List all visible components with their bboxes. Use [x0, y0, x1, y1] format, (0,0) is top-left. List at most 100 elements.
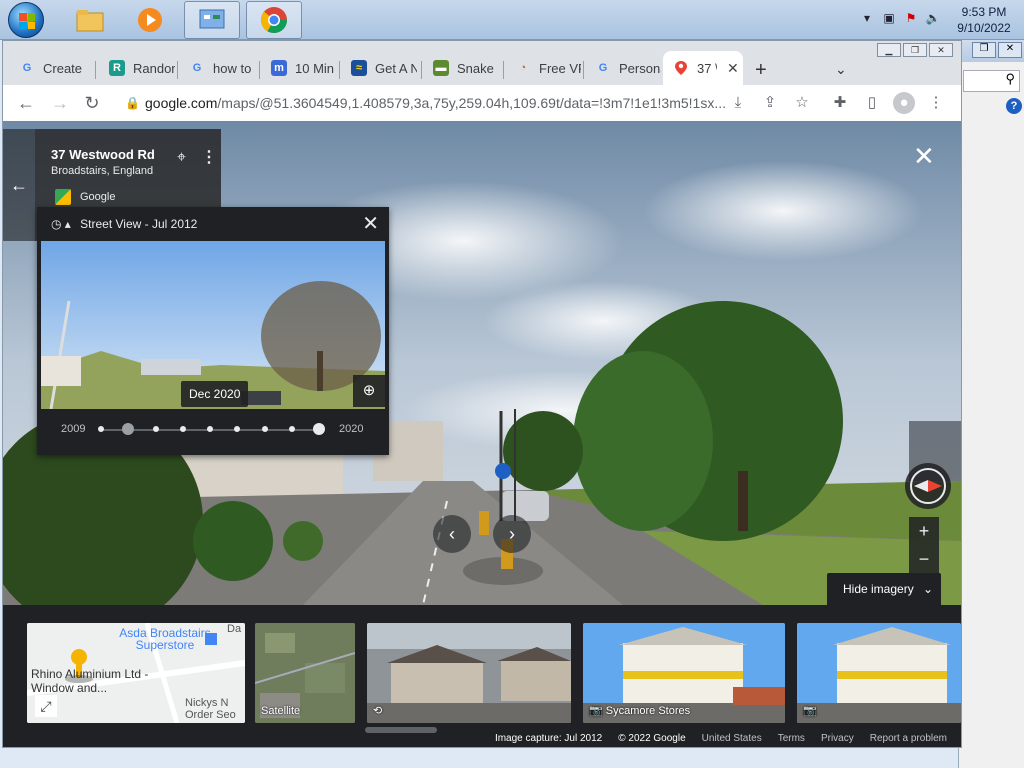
timeline-stop[interactable]: [288, 426, 295, 432]
more-options-icon[interactable]: ⋮: [201, 147, 217, 167]
bookmark-star-icon[interactable]: ☆: [791, 92, 813, 114]
back-arrow-button[interactable]: ←: [3, 129, 35, 241]
folder-icon: [76, 10, 104, 32]
volume-icon[interactable]: 🔈: [924, 11, 942, 29]
tab-close-icon[interactable]: ✕: [727, 60, 739, 77]
satellite-thumbnail[interactable]: Satellite: [255, 623, 355, 723]
historic-preview-image[interactable]: Dec 2020 ⊕: [41, 241, 385, 409]
hide-imagery-button[interactable]: Hide imagery ⌄: [827, 573, 941, 605]
windows-taskbar: ▾ ▣ ⚑ 🔈 9:53 PM 9/10/2022: [0, 0, 1024, 40]
timeline-hover-knob[interactable]: [313, 423, 325, 435]
maps-street-view[interactable]: ← 37 Westwood Rd Broadstairs, England Go…: [3, 121, 961, 747]
map-label-rhino: Rhino Aluminium Ltd - Window and...: [31, 667, 149, 695]
tab-personal[interactable]: G Persona: [585, 53, 663, 83]
close-street-view-button[interactable]: ✕: [913, 141, 935, 172]
share-icon[interactable]: ⇪: [759, 92, 781, 114]
start-button[interactable]: [8, 2, 44, 38]
camera-icon: 📷: [589, 705, 606, 717]
show-hidden-icons-icon[interactable]: ▾: [858, 11, 876, 29]
address-bar[interactable]: 🔒 google.com/maps/@51.3604549,1.408579,3…: [115, 89, 825, 117]
chevron-down-icon: ⌄: [923, 582, 934, 596]
nav-arrow-right[interactable]: ›: [493, 515, 531, 553]
vpn-icon: ◔: [519, 62, 527, 74]
help-icon[interactable]: ?: [1006, 98, 1022, 114]
photo-thumbnail-sycamore[interactable]: 📷 Sycamore Stores: [583, 623, 785, 723]
photo-label-sycamore: 📷 Sycamore Stores: [589, 704, 690, 717]
expand-map-icon[interactable]: ⤢: [35, 695, 57, 717]
background-search-field[interactable]: ⚲: [963, 70, 1020, 92]
street-thumbnail-graphic: [367, 623, 571, 723]
new-tab-button[interactable]: +: [755, 59, 767, 82]
compass-control[interactable]: [905, 463, 951, 509]
tab-create[interactable]: G Create: [9, 53, 91, 83]
timeline-stop[interactable]: [179, 426, 186, 432]
timeline-stop[interactable]: [207, 426, 213, 432]
zoom-in-button[interactable]: +: [909, 517, 939, 545]
media-player-icon: [138, 8, 162, 32]
photo-thumbnail-sycamore-2[interactable]: 📷: [797, 623, 961, 723]
expand-preview-icon[interactable]: ⊕: [353, 375, 385, 407]
zoom-out-button[interactable]: −: [909, 545, 939, 573]
tenmin-icon: m: [271, 60, 287, 76]
extensions-puzzle-icon[interactable]: ✚: [829, 92, 851, 114]
history-clock-icon: ◷ ▴: [51, 217, 71, 231]
tab-free-vpn[interactable]: ◔ Free VP: [505, 53, 585, 83]
tab-title: Persona: [619, 60, 661, 76]
timeline-start-year: 2009: [61, 423, 86, 435]
restore-button[interactable]: ❐: [972, 42, 996, 58]
timeline-current-knob[interactable]: [122, 423, 135, 435]
close-button[interactable]: ✕: [998, 42, 1022, 58]
network-icon[interactable]: ▣: [880, 11, 898, 29]
install-app-icon[interactable]: ⤓: [727, 92, 749, 114]
photo-title: Sycamore Stores: [605, 705, 691, 717]
timeline-stop[interactable]: [234, 426, 241, 432]
street-thumbnail-houses[interactable]: ⟲: [367, 623, 571, 723]
clock-time: 9:53 PM: [961, 5, 1007, 19]
tab-search-button[interactable]: ⌄: [835, 61, 847, 78]
country-link[interactable]: United States: [702, 733, 762, 744]
tab-snake[interactable]: ▬ Snake: [423, 53, 503, 83]
google-icon: G: [192, 62, 202, 74]
forward-button[interactable]: →: [49, 92, 71, 114]
r-icon: R: [109, 60, 125, 76]
timeline-stop[interactable]: [98, 426, 104, 432]
side-panel-icon[interactable]: ▯: [861, 92, 883, 114]
compass-icon: [910, 468, 946, 504]
map-label-nickys: Nickys N Order Seo: [185, 697, 236, 721]
tab-random[interactable]: R Randor: [99, 53, 177, 83]
report-problem-link[interactable]: Report a problem: [870, 733, 947, 744]
tab-maps-active[interactable]: 37 \ ✕: [663, 51, 743, 85]
action-center-icon[interactable]: ⚑: [902, 11, 920, 29]
map-thumbnail[interactable]: Asda Broadstairs Superstore Rhino Alumin…: [27, 623, 245, 723]
browser-toolbar: ← → ↻ 🔒 google.com/maps/@51.3604549,1.40…: [3, 85, 961, 121]
location-pin-icon[interactable]: ⌖: [177, 149, 186, 167]
control-panel-icon: [199, 9, 225, 29]
privacy-link[interactable]: Privacy: [821, 733, 854, 744]
time-machine-header[interactable]: ◷ ▴ Street View - Jul 2012: [51, 217, 197, 231]
timeline-stop[interactable]: [152, 426, 159, 432]
tab-get-a-n[interactable]: ≈ Get A N: [341, 53, 421, 83]
nav-arrow-left[interactable]: ‹: [433, 515, 471, 553]
timeline-end-year: 2020: [339, 423, 364, 435]
control-panel-taskbar-button[interactable]: [184, 1, 240, 39]
tab-divider: [503, 61, 504, 79]
tab-10-min[interactable]: m 10 Min: [261, 53, 341, 83]
url-host: google.com: [145, 95, 218, 111]
close-time-machine-button[interactable]: ✕: [362, 211, 379, 236]
system-tray: ▾ ▣ ⚑ 🔈 9:53 PM 9/10/2022: [856, 0, 1024, 40]
tab-title: 10 Min: [295, 60, 335, 76]
file-explorer-taskbar-button[interactable]: [62, 1, 118, 39]
chrome-menu-icon[interactable]: ⋮: [925, 92, 947, 114]
terms-link[interactable]: Terms: [778, 733, 805, 744]
profile-avatar[interactable]: ●: [893, 92, 915, 114]
media-player-taskbar-button[interactable]: [122, 1, 178, 39]
back-button[interactable]: ←: [15, 92, 37, 114]
taskbar-clock[interactable]: 9:53 PM 9/10/2022: [944, 4, 1024, 36]
tab-divider: [339, 61, 340, 79]
snake-icon: ▬: [433, 60, 449, 76]
timeline-stop[interactable]: [261, 426, 268, 432]
chrome-taskbar-button[interactable]: [246, 1, 302, 39]
tab-how-to[interactable]: G how to: [179, 53, 259, 83]
source-label: Google: [80, 191, 116, 203]
reload-button[interactable]: ↻: [81, 92, 103, 114]
